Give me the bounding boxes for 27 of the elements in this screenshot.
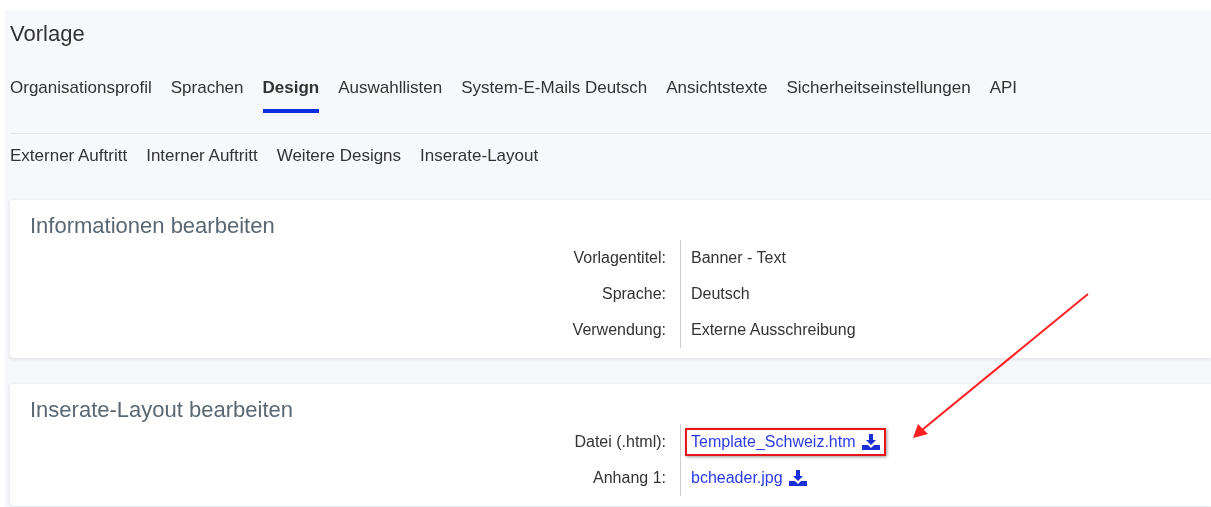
field-value: Banner - Text	[691, 248, 786, 268]
download-icon[interactable]	[861, 434, 880, 450]
subtab[interactable]: Weitere Designs	[276, 145, 402, 167]
field-label: Datei (.html):	[574, 433, 666, 450]
tab[interactable]: Sprachen	[170, 77, 244, 113]
tab[interactable]: Sicherheitseinstellungen	[786, 77, 971, 113]
field-value: Deutsch	[691, 284, 750, 304]
section-heading: Informationen bearbeiten	[30, 212, 276, 240]
subtab[interactable]: Inserate-Layout	[420, 145, 539, 167]
field-value: Externe Ausschreibung	[691, 320, 856, 340]
tab[interactable]: Ansichtstexte	[666, 77, 768, 113]
subtab[interactable]: Interner Auftritt	[146, 145, 258, 167]
section-heading: Inserate-Layout bearbeiten	[30, 396, 294, 424]
field-label: Verwendung:	[572, 321, 666, 338]
field-label: Anhang 1:	[593, 469, 666, 486]
tab[interactable]: Organisationsprofil	[10, 77, 152, 113]
file-link[interactable]: bcheader.jpg	[691, 466, 783, 490]
tab[interactable]: System-E-Mails Deutsch	[461, 77, 648, 113]
tab[interactable]: API	[989, 77, 1018, 113]
file-link[interactable]: Template_Schweiz.htm	[691, 430, 856, 454]
tab[interactable]: Design	[262, 77, 320, 113]
tab[interactable]: Auswahllisten	[338, 77, 443, 113]
download-icon[interactable]	[788, 470, 807, 486]
page-title: Vorlage	[10, 20, 86, 48]
field-label: Vorlagentitel:	[573, 249, 666, 266]
field-label: Sprache:	[601, 285, 666, 302]
subtab[interactable]: Externer Auftritt	[10, 145, 128, 167]
